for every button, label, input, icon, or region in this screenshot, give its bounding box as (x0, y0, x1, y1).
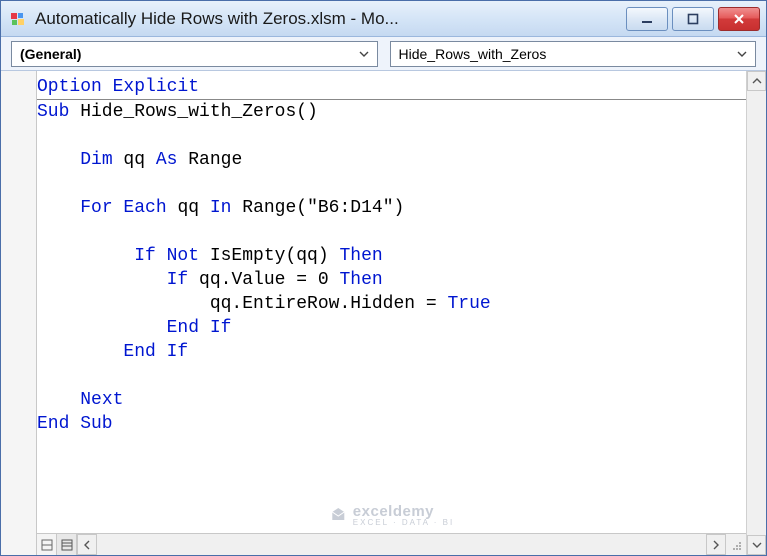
object-dropdown[interactable]: (General) (11, 41, 378, 67)
close-button[interactable] (718, 7, 760, 31)
scroll-up-button[interactable] (747, 71, 766, 91)
code-wrap: Option Explicit Sub Hide_Rows_with_Zeros… (37, 71, 746, 555)
margin-indicator-bar[interactable] (1, 71, 37, 555)
code-pane: Option Explicit Sub Hide_Rows_with_Zeros… (1, 71, 766, 555)
scroll-right-button[interactable] (706, 534, 726, 555)
minimize-button[interactable] (626, 7, 668, 31)
procedure-dropdown-value: Hide_Rows_with_Zeros (399, 46, 547, 62)
watermark-tag: EXCEL · DATA · BI (353, 518, 454, 527)
object-dropdown-value: (General) (20, 46, 81, 62)
code-editor[interactable]: Option Explicit Sub Hide_Rows_with_Zeros… (37, 71, 746, 533)
maximize-button[interactable] (672, 7, 714, 31)
chevron-down-icon (733, 45, 751, 63)
dropdown-row: (General) Hide_Rows_with_Zeros (1, 37, 766, 71)
horizontal-scrollbar[interactable] (77, 534, 726, 555)
vertical-scrollbar[interactable] (746, 71, 766, 555)
watermark: exceldemy EXCEL · DATA · BI (329, 503, 454, 527)
full-module-view-button[interactable] (57, 534, 77, 555)
procedure-view-button[interactable] (37, 534, 57, 555)
scroll-down-button[interactable] (747, 535, 766, 555)
bottom-bar (37, 533, 746, 555)
chevron-down-icon (355, 45, 373, 63)
code-text[interactable]: Option Explicit Sub Hide_Rows_with_Zeros… (37, 71, 746, 436)
titlebar[interactable]: Automatically Hide Rows with Zeros.xlsm … (1, 1, 766, 37)
app-icon (9, 10, 27, 28)
window-title: Automatically Hide Rows with Zeros.xlsm … (35, 9, 626, 29)
hscroll-track[interactable] (97, 534, 706, 555)
procedure-dropdown[interactable]: Hide_Rows_with_Zeros (390, 41, 757, 67)
vba-editor-window: Automatically Hide Rows with Zeros.xlsm … (0, 0, 767, 556)
scroll-left-button[interactable] (77, 534, 97, 555)
window-controls (626, 7, 760, 31)
resize-grip-icon[interactable] (726, 534, 746, 555)
watermark-brand: exceldemy (353, 503, 434, 520)
